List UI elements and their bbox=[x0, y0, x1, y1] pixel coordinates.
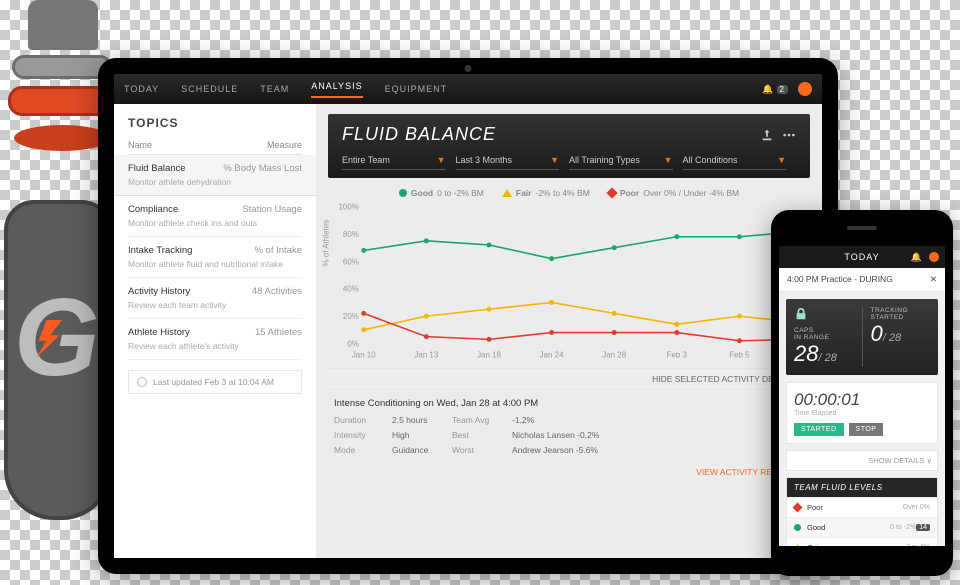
fair-marker bbox=[794, 544, 802, 546]
phone-nav-title: TODAY bbox=[844, 252, 879, 262]
nav-equipment[interactable]: EQUIPMENT bbox=[385, 84, 448, 94]
good-marker bbox=[794, 524, 801, 531]
timer-value: 00:00:01 bbox=[794, 390, 930, 410]
notif-count: 2 bbox=[777, 85, 788, 94]
hero-header: FLUID BALANCE Entire Team▼ Last 3 Months… bbox=[328, 114, 810, 178]
sidebar-title: TOPICS bbox=[128, 116, 302, 130]
start-button[interactable]: STARTED bbox=[794, 423, 844, 436]
close-icon[interactable]: ✕ bbox=[930, 274, 937, 285]
svg-text:Jan 28: Jan 28 bbox=[602, 350, 626, 359]
top-nav: TODAY SCHEDULE TEAM ANALYSIS EQUIPMENT 🔔… bbox=[114, 74, 822, 104]
hide-details-toggle[interactable]: HIDE SELECTED ACTIVITY DETAILS ˆ bbox=[328, 368, 810, 390]
topic-fluid-balance[interactable]: Fluid Balance% Body Mass Lost Monitor at… bbox=[114, 155, 316, 196]
avatar[interactable] bbox=[929, 252, 939, 262]
col-measure: Measure bbox=[267, 140, 302, 150]
phone-screen: TODAY 🔔 4:00 PM Practice - DURING ✕ CAPS… bbox=[779, 246, 945, 546]
phone-status-card: CAPS IN RANGE 28/ 28 TRACKING STARTED 0/… bbox=[786, 299, 938, 375]
y-axis-label: % of Athletes bbox=[322, 220, 331, 267]
main-panel: FLUID BALANCE Entire Team▼ Last 3 Months… bbox=[316, 104, 822, 558]
svg-text:60%: 60% bbox=[343, 257, 359, 266]
nav-team[interactable]: TEAM bbox=[260, 84, 289, 94]
tablet-device: TODAY SCHEDULE TEAM ANALYSIS EQUIPMENT 🔔… bbox=[98, 58, 838, 574]
stop-button[interactable]: STOP bbox=[849, 423, 884, 436]
topic-activity-history[interactable]: Activity History48 Activities Review eac… bbox=[128, 278, 302, 319]
svg-text:Jan 10: Jan 10 bbox=[352, 350, 376, 359]
good-marker bbox=[399, 189, 407, 197]
filter-team[interactable]: Entire Team▼ bbox=[342, 151, 446, 170]
last-updated: Last updated Feb 3 at 10:04 AM bbox=[128, 370, 302, 394]
svg-text:Jan 18: Jan 18 bbox=[477, 350, 501, 359]
col-name: Name bbox=[128, 140, 267, 150]
upload-icon[interactable] bbox=[760, 128, 774, 142]
svg-text:20%: 20% bbox=[343, 312, 359, 321]
phone-subtitle-bar: 4:00 PM Practice - DURING ✕ bbox=[779, 268, 945, 292]
details-title: Intense Conditioning on Wed, Jan 28 at 4… bbox=[334, 398, 804, 409]
fluid-row-fair[interactable]: Fair-2 to 4% bbox=[787, 537, 937, 546]
svg-text:40%: 40% bbox=[343, 285, 359, 294]
poor-marker bbox=[793, 503, 803, 513]
phone-device: TODAY 🔔 4:00 PM Practice - DURING ✕ CAPS… bbox=[771, 210, 953, 576]
phone-fluid-levels: TEAM FLUID LEVELS PoorOver 0% Good0 to -… bbox=[786, 477, 938, 546]
svg-text:80%: 80% bbox=[343, 230, 359, 239]
svg-text:0%: 0% bbox=[347, 339, 358, 348]
activity-details: Intense Conditioning on Wed, Jan 28 at 4… bbox=[328, 390, 810, 463]
app-screen: TODAY SCHEDULE TEAM ANALYSIS EQUIPMENT 🔔… bbox=[114, 74, 822, 558]
svg-text:Feb 5: Feb 5 bbox=[729, 350, 750, 359]
nav-schedule[interactable]: SCHEDULE bbox=[181, 84, 238, 94]
clock-icon bbox=[137, 377, 147, 387]
topics-sidebar: TOPICS NameMeasure Fluid Balance% Body M… bbox=[114, 104, 316, 558]
bell-icon[interactable]: 🔔2 bbox=[762, 84, 788, 95]
fluid-balance-chart: % of Athletes 0%20%40%60%80%100%Jan 10Ja… bbox=[334, 202, 810, 362]
fluid-row-poor[interactable]: PoorOver 0% bbox=[787, 497, 937, 517]
svg-text:Jan 24: Jan 24 bbox=[540, 350, 564, 359]
svg-text:Jan 13: Jan 13 bbox=[414, 350, 438, 359]
topic-intake[interactable]: Intake Tracking% of Intake Monitor athle… bbox=[128, 237, 302, 278]
phone-nav: TODAY 🔔 bbox=[779, 246, 945, 268]
fluid-header: TEAM FLUID LEVELS bbox=[787, 478, 937, 497]
phone-timer: 00:00:01 Time Elapsed STARTED STOP bbox=[786, 382, 938, 444]
page-title: FLUID BALANCE bbox=[342, 124, 752, 145]
fair-marker bbox=[502, 189, 512, 197]
filter-training[interactable]: All Training Types▼ bbox=[569, 151, 673, 170]
bell-icon[interactable]: 🔔 bbox=[911, 252, 923, 263]
lock-icon bbox=[794, 307, 808, 321]
phone-speaker bbox=[847, 226, 877, 230]
chart-legend: Good0 to -2% BM Fair-2% to 4% BM PoorOve… bbox=[328, 188, 810, 198]
fluid-row-good[interactable]: Good0 to -2%14 bbox=[787, 517, 937, 537]
chevron-down-icon: ▼ bbox=[437, 155, 446, 165]
chevron-down-icon: ▼ bbox=[664, 155, 673, 165]
view-results-button[interactable]: VIEW ACTIVITY RESULTS › bbox=[328, 463, 810, 477]
filter-conditions[interactable]: All Conditions▼ bbox=[683, 151, 787, 170]
chevron-down-icon: ▼ bbox=[550, 155, 559, 165]
avatar[interactable] bbox=[798, 82, 812, 96]
svg-text:Feb 3: Feb 3 bbox=[667, 350, 688, 359]
tablet-camera bbox=[465, 65, 472, 72]
nav-today[interactable]: TODAY bbox=[124, 84, 159, 94]
phone-subtitle: 4:00 PM Practice - DURING bbox=[787, 274, 893, 285]
svg-text:100%: 100% bbox=[339, 203, 359, 212]
filter-range[interactable]: Last 3 Months▼ bbox=[456, 151, 560, 170]
show-details-toggle[interactable]: SHOW DETAILS ∨ bbox=[786, 450, 938, 471]
chevron-down-icon: ▼ bbox=[777, 155, 786, 165]
more-icon[interactable] bbox=[782, 128, 796, 142]
topic-compliance[interactable]: ComplianceStation Usage Monitor athlete … bbox=[128, 196, 302, 237]
poor-marker bbox=[606, 187, 617, 198]
topic-athlete-history[interactable]: Athlete History15 Athletes Review each a… bbox=[128, 319, 302, 360]
nav-analysis[interactable]: ANALYSIS bbox=[311, 81, 362, 98]
